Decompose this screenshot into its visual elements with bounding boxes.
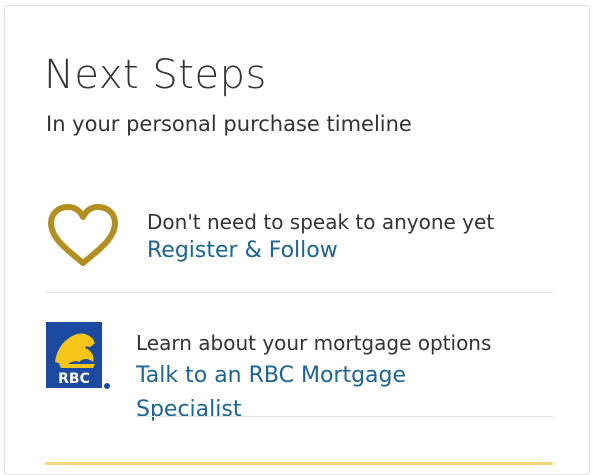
panel-title: Next Steps [44, 52, 267, 98]
heart-icon[interactable] [46, 203, 120, 269]
step-divider [136, 416, 553, 417]
step-divider [45, 292, 553, 293]
talk-to-specialist-link-line2[interactable]: Specialist [136, 394, 241, 426]
step-mortgage-text: Learn about your mortgage options [136, 331, 492, 355]
svg-text:RBC: RBC [58, 371, 90, 387]
talk-to-specialist-link[interactable]: Talk to an RBC Mortgage [136, 360, 406, 392]
register-follow-link[interactable]: Register & Follow [147, 235, 338, 267]
step-register-text: Don't need to speak to anyone yet [147, 210, 495, 234]
panel-subtitle: In your personal purchase timeline [46, 112, 412, 136]
rbc-logo: RBC [46, 322, 110, 389]
